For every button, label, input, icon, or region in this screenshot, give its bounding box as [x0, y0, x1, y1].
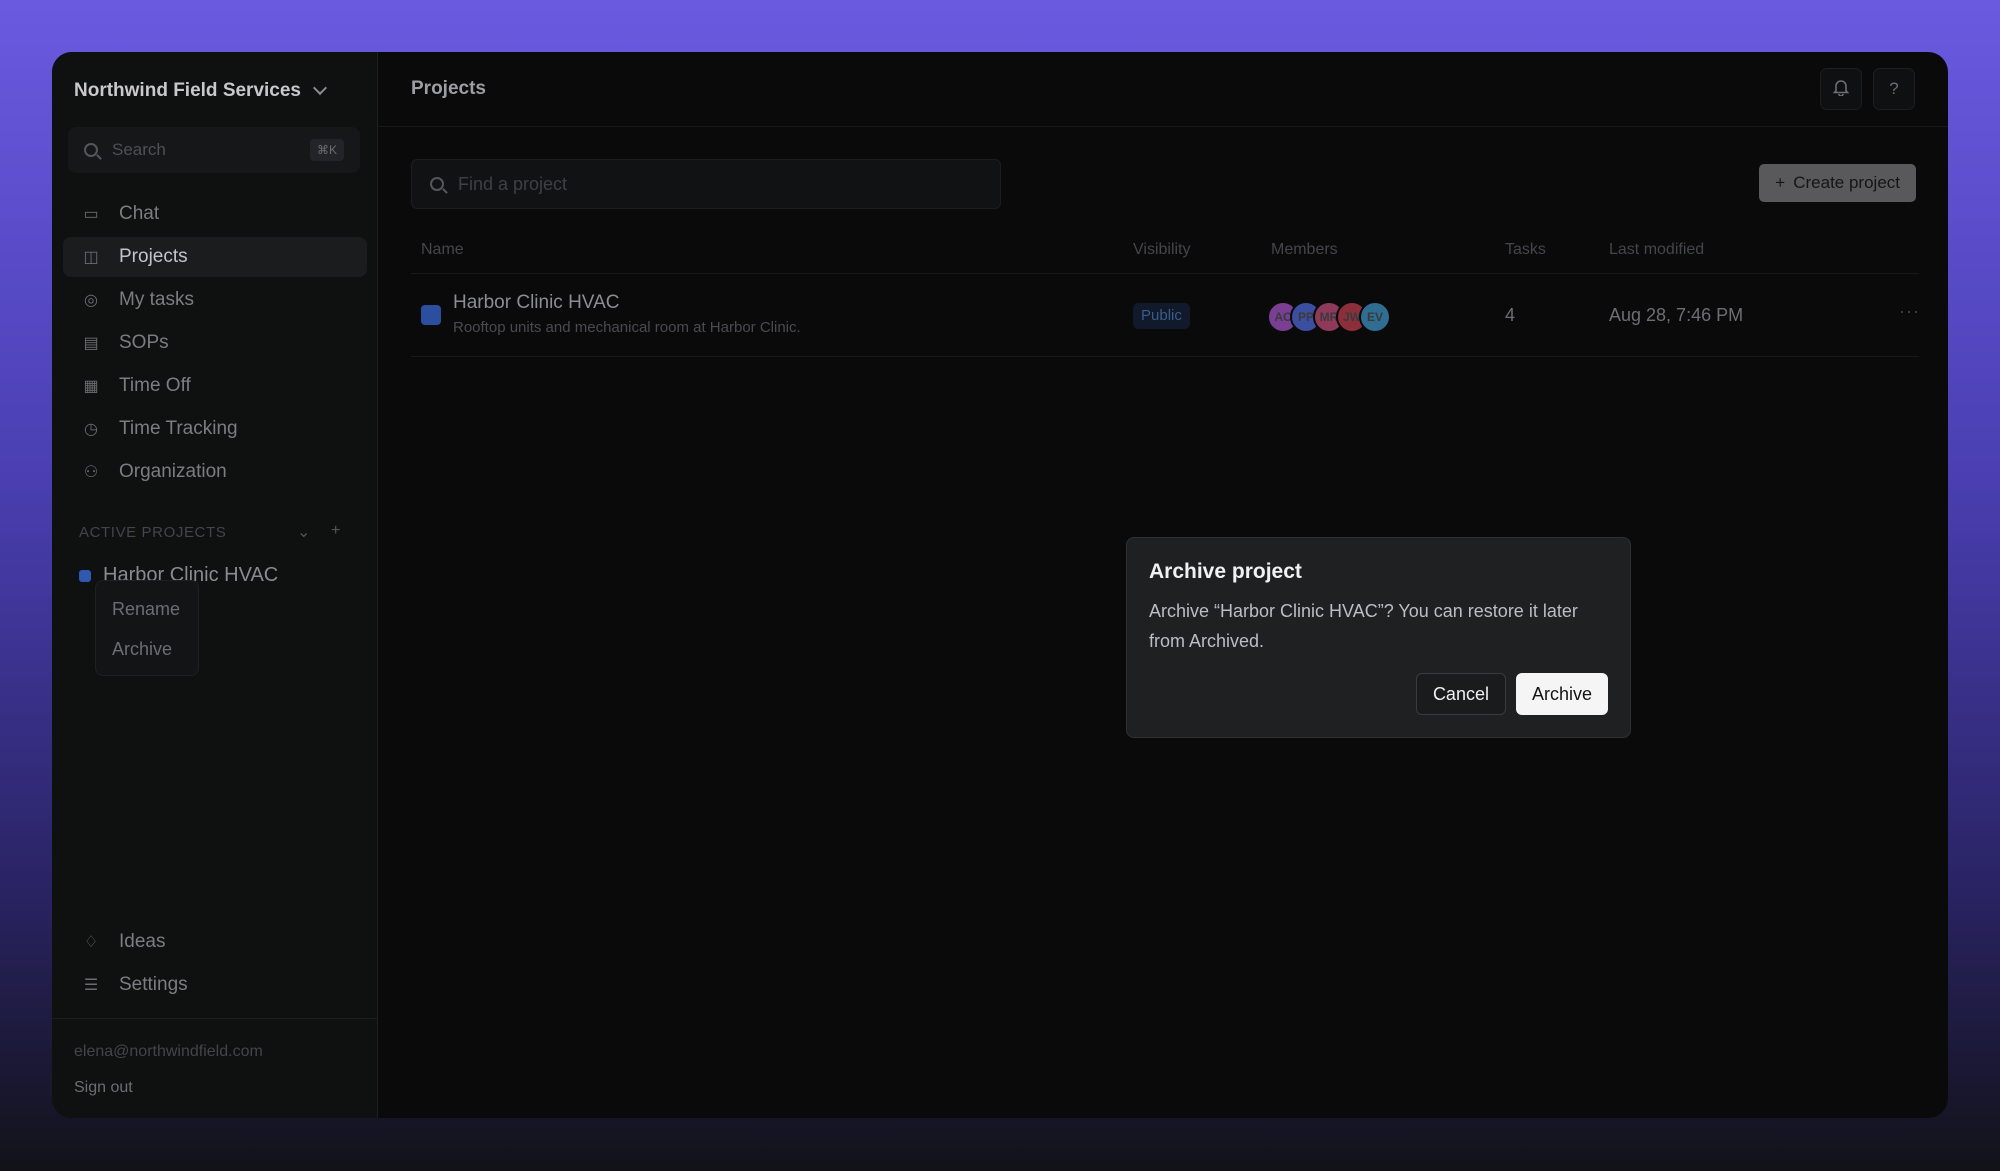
cancel-button[interactable]: Cancel [1415, 673, 1506, 715]
visibility-badge: Public [1133, 303, 1190, 329]
sign-out-link[interactable]: Sign out [74, 1079, 356, 1097]
sidebar: Northwind Field Services Search ⌘K ▭ Cha… [52, 52, 378, 1118]
chat-icon: ▭ [83, 206, 99, 223]
avatar: EV [1359, 301, 1391, 333]
sidebar-item-chat[interactable]: ▭ Chat [63, 194, 367, 234]
sidebar-item-label: Time Tracking [119, 418, 238, 439]
lightbulb-icon: ♢ [83, 934, 99, 951]
sidebar-item-label: Projects [119, 246, 188, 267]
active-projects-header: ACTIVE PROJECTS ⌄ + [79, 522, 341, 542]
dialog-message: Archive “Harbor Clinic HVAC”? You can re… [1149, 601, 1578, 651]
sidebar-search[interactable]: Search ⌘K [68, 127, 360, 173]
sidebar-bottom-nav: ♢ Ideas ☰ Settings [63, 922, 367, 1008]
menu-item-rename[interactable]: Rename [96, 589, 198, 629]
sidebar-item-time-tracking[interactable]: ◷ Time Tracking [63, 409, 367, 449]
column-header-members[interactable]: Members [1271, 241, 1338, 259]
create-project-button[interactable]: + Create project [1759, 164, 1916, 202]
table-header: Name Visibility Members Tasks Last modif… [411, 241, 1919, 274]
sidebar-item-ideas[interactable]: ♢ Ideas [63, 922, 367, 962]
sidebar-nav: ▭ Chat ◫ Projects ◎ My tasks ▤ SOPs ▦ Ti… [63, 194, 367, 495]
project-color-swatch [421, 305, 441, 325]
main-content: Projects ? Find a project + Create proje… [378, 52, 1948, 1118]
app-window: Northwind Field Services Search ⌘K ▭ Cha… [52, 52, 1948, 1118]
sidebar-footer: elena@northwindfield.com Sign out [52, 1018, 378, 1118]
column-header-name[interactable]: Name [421, 241, 464, 259]
collapse-chevron-icon[interactable]: ⌄ [297, 522, 311, 542]
project-context-menu: Rename Archive [95, 580, 199, 676]
find-project-placeholder: Find a project [458, 173, 568, 194]
column-header-visibility[interactable]: Visibility [1133, 241, 1191, 259]
project-name[interactable]: Harbor Clinic HVAC [453, 292, 619, 314]
sidebar-item-label: Organization [119, 461, 227, 482]
create-project-label: Create project [1793, 173, 1900, 192]
last-modified: Aug 28, 7:46 PM [1609, 305, 1744, 325]
more-options-icon[interactable]: ··· [1899, 301, 1920, 322]
sidebar-item-projects[interactable]: ◫ Projects [63, 237, 367, 277]
archive-dialog: Archive project Archive “Harbor Clinic H… [1126, 537, 1631, 738]
projects-icon: ◫ [83, 249, 99, 266]
search-icon [84, 143, 98, 157]
sidebar-item-time-off[interactable]: ▦ Time Off [63, 366, 367, 406]
column-header-last-modified[interactable]: Last modified [1609, 241, 1704, 259]
page-title: Projects [411, 78, 486, 99]
active-projects-label: ACTIVE PROJECTS [79, 523, 227, 541]
sidebar-item-label: My tasks [119, 289, 194, 310]
sidebar-item-label: Ideas [119, 931, 166, 952]
sidebar-item-label: Settings [119, 974, 188, 995]
plus-icon: + [1775, 173, 1786, 192]
task-count: 4 [1505, 305, 1516, 325]
search-shortcut-badge: ⌘K [309, 139, 344, 161]
bell-icon [1832, 78, 1850, 101]
chevron-down-icon [312, 80, 328, 96]
calendar-icon: ▦ [83, 378, 99, 395]
org-name: Northwind Field Services [74, 80, 301, 101]
table-row[interactable]: Harbor Clinic HVAC Rooftop units and mec… [411, 275, 1919, 357]
project-color-dot [79, 569, 91, 582]
dialog-title: Archive project [1149, 560, 1302, 583]
user-email: elena@northwindfield.com [74, 1043, 263, 1060]
sidebar-item-label: SOPs [119, 332, 169, 353]
sidebar-search-placeholder: Search [112, 140, 166, 159]
people-icon: ⚇ [83, 464, 99, 481]
timer-icon: ◷ [84, 421, 98, 438]
top-bar: Projects ? [378, 52, 1948, 127]
sidebar-item-my-tasks[interactable]: ◎ My tasks [63, 280, 367, 320]
sidebar-item-label: Time Off [119, 375, 191, 396]
help-icon: ? [1889, 79, 1899, 98]
check-circle-icon: ◎ [84, 292, 98, 309]
document-icon: ▤ [83, 335, 99, 352]
sidebar-item-organization[interactable]: ⚇ Organization [63, 452, 367, 492]
menu-item-archive[interactable]: Archive [96, 629, 198, 669]
column-header-tasks[interactable]: Tasks [1505, 241, 1546, 259]
sidebar-item-label: Chat [119, 203, 160, 224]
sidebar-item-sops[interactable]: ▤ SOPs [63, 323, 367, 363]
notifications-button[interactable] [1820, 68, 1862, 110]
search-icon [430, 177, 444, 191]
help-button[interactable]: ? [1873, 68, 1915, 110]
member-avatars: AC PP MR JW EV [1267, 301, 1391, 333]
add-project-icon[interactable]: + [331, 522, 341, 542]
sidebar-item-settings[interactable]: ☰ Settings [63, 965, 367, 1005]
sliders-icon: ☰ [83, 977, 99, 994]
org-switcher[interactable]: Northwind Field Services [74, 80, 328, 102]
project-description: Rooftop units and mechanical room at Har… [453, 319, 801, 336]
archive-button[interactable]: Archive [1515, 673, 1608, 715]
find-project-input[interactable]: Find a project [411, 159, 1001, 209]
